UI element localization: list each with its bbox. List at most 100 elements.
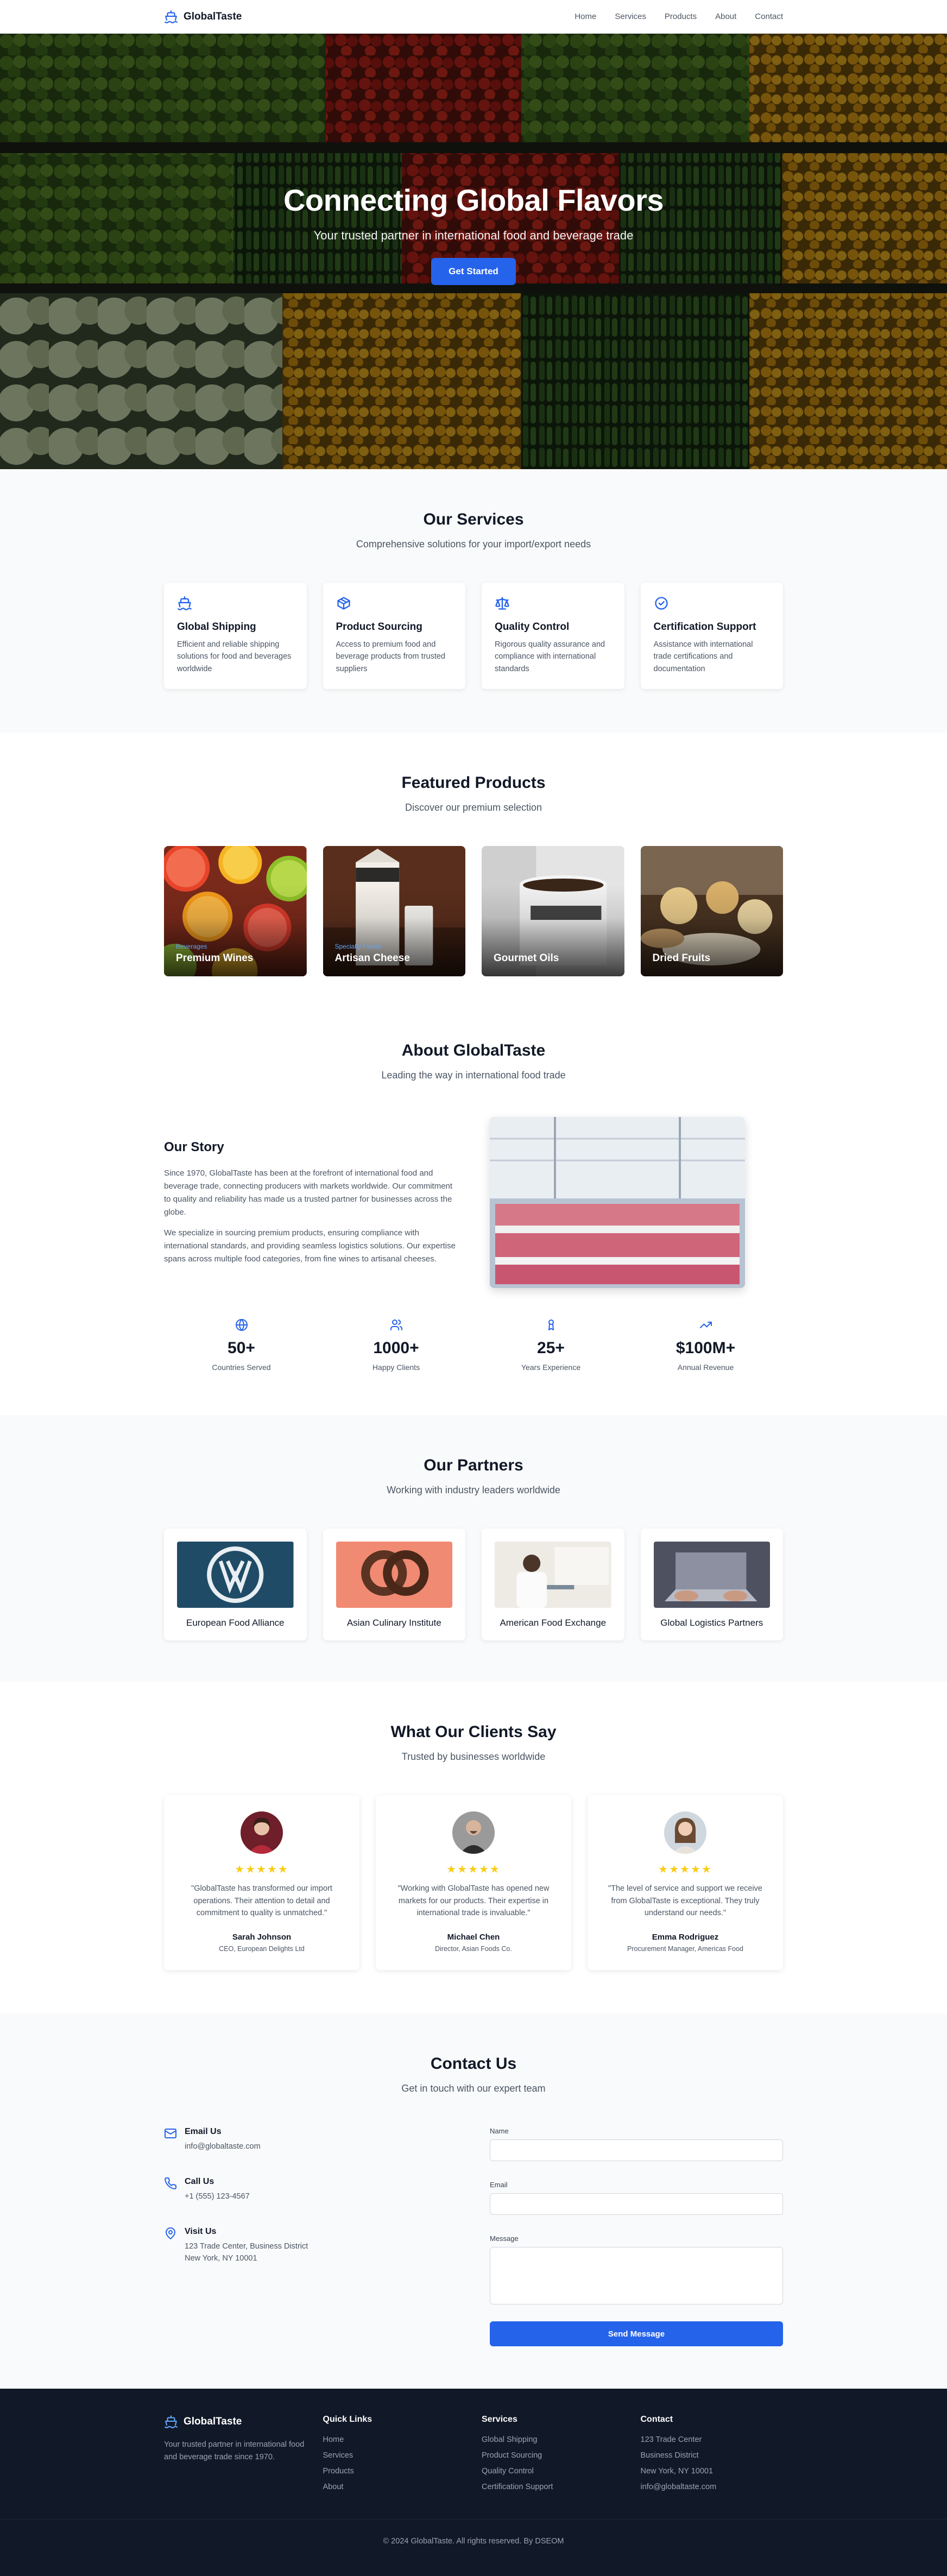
avatar (664, 1811, 706, 1854)
partner-card-global-logistics-partners[interactable]: Global Logistics Partners (640, 1529, 783, 1641)
nav-link-services[interactable]: Services (615, 12, 646, 21)
hero-section: Connecting Global Flavors Your trusted p… (0, 34, 947, 469)
award-icon (548, 1319, 554, 1331)
footer-contact-email[interactable]: info@globaltaste.com (641, 2483, 784, 2491)
users-icon (390, 1319, 402, 1331)
service-desc: Efficient and reliable shipping solution… (177, 640, 292, 673)
partners-section: Our Partners Working with industry leade… (0, 1415, 947, 1682)
service-desc: Rigorous quality assurance and complianc… (495, 640, 605, 673)
address-line-1: 123 Trade Center, Business District (185, 2242, 308, 2251)
product-card-dried-fruits[interactable]: Dried Fruits (640, 846, 783, 977)
products-subtitle: Discover our premium selection (405, 802, 542, 813)
service-card-global-shipping[interactable]: Global Shipping Efficient and reliable s… (164, 583, 307, 690)
footer-link-home[interactable]: Home (323, 2435, 466, 2444)
nav-link-contact[interactable]: Contact (755, 12, 783, 21)
product-card-artisan-cheese[interactable]: Specialty Foods Artisan Cheese (323, 846, 465, 977)
service-card-certification-support[interactable]: Certification Support Assistance with in… (640, 583, 783, 690)
message-textarea[interactable] (490, 2247, 783, 2305)
footer-link-about[interactable]: About (323, 2483, 466, 2491)
product-name: Premium Wines (176, 952, 254, 964)
nav-link-about[interactable]: About (715, 12, 736, 21)
service-title: Global Shipping (177, 621, 256, 633)
product-name: Artisan Cheese (334, 952, 410, 964)
service-title: Certification Support (653, 621, 756, 633)
contact-email: Email Us info@globaltaste.com (164, 2127, 457, 2153)
mail-icon (165, 2129, 176, 2139)
partners-title: Our Partners (424, 1456, 523, 1475)
footer-link-products[interactable]: Products (323, 2467, 466, 2476)
send-message-button[interactable]: Send Message (490, 2321, 783, 2347)
footer-tagline: Your trusted partner in international fo… (164, 2440, 305, 2461)
hero-content: Connecting Global Flavors Your trusted p… (0, 182, 947, 285)
stat-label: Annual Revenue (677, 1363, 734, 1372)
service-title: Product Sourcing (336, 621, 422, 633)
ship-icon (178, 596, 192, 610)
warehouse-image (490, 1117, 745, 1289)
testimonial-quote: "The level of service and support we rec… (608, 1884, 762, 1918)
contact-subtitle: Get in touch with our expert team (401, 2083, 546, 2094)
message-label: Message (490, 2234, 519, 2243)
stat-label: Years Experience (521, 1363, 581, 1372)
service-desc: Assistance with international trade cert… (653, 640, 753, 673)
brand-logo[interactable]: GlobalTaste (164, 10, 242, 24)
footer-link-services[interactable]: Services (323, 2451, 466, 2460)
hero-subtitle: Your trusted partner in international fo… (313, 229, 634, 242)
testimonials-subtitle: Trusted by businesses worldwide (401, 1751, 546, 1763)
products-title: Featured Products (401, 774, 546, 792)
email-title: Email Us (185, 2127, 222, 2137)
stat-label: Countries Served (212, 1363, 271, 1372)
testimonials-section: What Our Clients Say Trusted by business… (0, 1682, 947, 2013)
email-value[interactable]: info@globaltaste.com (185, 2141, 261, 2153)
partner-card-asian-culinary-institute[interactable]: Asian Culinary Institute (323, 1529, 465, 1641)
stat-value: 25+ (537, 1339, 565, 1358)
footer-link-global-shipping[interactable]: Global Shipping (482, 2435, 624, 2444)
service-desc: Access to premium food and beverage prod… (336, 640, 446, 673)
name-input[interactable] (490, 2139, 783, 2162)
partner-card-european-food-alliance[interactable]: European Food Alliance (164, 1529, 307, 1641)
footer-contact: Contact 123 Trade Center Business Distri… (641, 2415, 784, 2498)
footer-contact-line: 123 Trade Center (640, 2435, 702, 2445)
map-pin-icon (166, 2227, 175, 2239)
laptop-image (653, 1542, 770, 1608)
testimonial-card: ★★★★★ "GlobalTaste has transformed our i… (164, 1795, 359, 1971)
avatar (241, 1811, 283, 1854)
service-card-quality-control[interactable]: Quality Control Rigorous quality assuran… (482, 583, 624, 690)
product-name: Dried Fruits (652, 952, 711, 964)
service-card-product-sourcing[interactable]: Product Sourcing Access to premium food … (323, 583, 465, 690)
footer-contact-line: New York, NY 10001 (640, 2467, 714, 2476)
our-story: Our Story Since 1970, GlobalTaste has be… (164, 1140, 457, 1266)
visit-title: Visit Us (185, 2226, 217, 2236)
scale-icon (495, 597, 509, 610)
quick-links-title: Quick Links (323, 2415, 373, 2425)
nav-link-products[interactable]: Products (665, 12, 697, 21)
partner-card-american-food-exchange[interactable]: American Food Exchange (482, 1529, 624, 1641)
footer-link-quality-control[interactable]: Quality Control (482, 2467, 624, 2476)
about-section: About GlobalTaste Leading the way in int… (0, 1041, 947, 1415)
stat-clients: 1000+ Happy Clients (319, 1318, 474, 1372)
product-card-premium-wines[interactable]: Beverages Premium Wines (164, 846, 307, 977)
partner-name: European Food Alliance (186, 1618, 285, 1628)
testimonial-name: Michael Chen (447, 1932, 500, 1942)
product-card-gourmet-oils[interactable]: Gourmet Oils (482, 846, 624, 977)
testimonial-card: ★★★★★ "The level of service and support … (588, 1795, 783, 1971)
phone-value[interactable]: +1 (555) 123-4567 (185, 2191, 250, 2203)
product-category: Beverages (176, 943, 207, 951)
about-subtitle: Leading the way in international food tr… (381, 1070, 566, 1081)
footer-link-certification-support[interactable]: Certification Support (482, 2483, 624, 2491)
contact-section: Contact Us Get in touch with our expert … (0, 2013, 947, 2389)
footer-brand[interactable]: GlobalTaste (164, 2415, 307, 2429)
story-paragraph-1: Since 1970, GlobalTaste has been at the … (164, 1168, 453, 1217)
get-started-button[interactable]: Get Started (431, 258, 516, 285)
top-nav: GlobalTaste Home Services Products About… (0, 0, 947, 34)
testimonial-name: Emma Rodriguez (652, 1932, 719, 1942)
globe-icon (235, 1319, 248, 1331)
testimonials-title: What Our Clients Say (390, 1723, 557, 1741)
footer-contact-line: Business District (640, 2451, 699, 2460)
footer-link-product-sourcing[interactable]: Product Sourcing (482, 2451, 624, 2460)
product-category: Specialty Foods (334, 943, 381, 951)
email-input[interactable] (490, 2193, 783, 2215)
testimonial-quote: "GlobalTaste has transformed our import … (191, 1884, 332, 1918)
nav-link-home[interactable]: Home (574, 12, 596, 21)
partner-name: Global Logistics Partners (660, 1618, 763, 1628)
contact-info: Email Us info@globaltaste.com Call Us +1… (164, 2127, 457, 2346)
